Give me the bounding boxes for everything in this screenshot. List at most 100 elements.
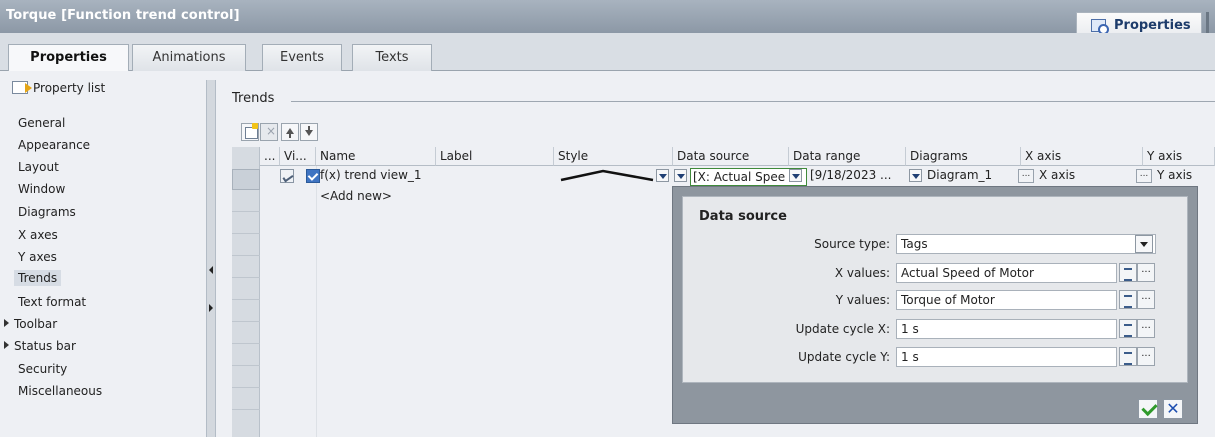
sidebar-item-toolbar-label: Toolbar (14, 317, 58, 331)
x-values-ellipsis-button[interactable]: ... (1137, 263, 1155, 282)
diagram-cell[interactable]: Diagram_1 (927, 166, 1011, 185)
tab-texts[interactable]: Texts (352, 44, 432, 71)
y-values-label: Y values: (835, 293, 890, 307)
sidebar-item-status-bar-label: Status bar (14, 339, 76, 353)
column-header-data-range[interactable]: Data range (789, 147, 906, 166)
tab-events[interactable]: Events (262, 44, 342, 71)
column-header-x-axis[interactable]: X axis (1021, 147, 1143, 166)
section-divider (291, 101, 1215, 102)
update-cycle-y-label: Update cycle Y: (798, 350, 890, 364)
row-line (232, 233, 260, 234)
delete-trend-button[interactable] (260, 123, 278, 141)
column-header-y-axis[interactable]: Y axis (1143, 147, 1215, 166)
data-source-dropdown-arrow[interactable] (789, 169, 802, 182)
diagram-ellipsis-button[interactable]: ... (1018, 169, 1034, 183)
sidebar-item-trends[interactable]: Trends (14, 270, 62, 286)
trend-name-cell[interactable]: f(x) trend view_1 (320, 166, 434, 185)
x-axis-ellipsis-button[interactable]: ... (1136, 169, 1152, 183)
property-list-panel: Property list General Appearance Layout … (0, 71, 212, 437)
sidebar-item-diagrams[interactable]: Diagrams (18, 205, 76, 219)
properties-icon (1091, 19, 1109, 35)
row-line (232, 255, 260, 256)
update-cycle-x-label: Update cycle X: (795, 322, 890, 336)
sidebar-item-status-bar[interactable]: Status bar (4, 339, 76, 353)
tab-properties[interactable]: Properties (8, 44, 129, 72)
data-range-dropdown-button[interactable] (909, 169, 922, 182)
data-source-dropdown-button[interactable] (674, 169, 687, 182)
property-list-title: Property list (33, 81, 106, 95)
data-range-cell[interactable]: [9/18/2023 ... (810, 166, 898, 185)
update-cycle-y-ellipsis-button[interactable]: ... (1137, 347, 1155, 366)
grid-line (316, 166, 317, 437)
row-header-column (232, 147, 260, 437)
row-line (232, 277, 260, 278)
add-new-row[interactable]: <Add new> (320, 187, 434, 206)
y-values-ellipsis-button[interactable]: ... (1137, 290, 1155, 309)
column-header-label[interactable]: Label (436, 147, 554, 166)
row-line (232, 299, 260, 300)
x-values-label: X values: (834, 266, 890, 280)
expand-arrow-icon[interactable] (4, 319, 9, 327)
window-title: Torque [Function trend control] (6, 8, 240, 23)
update-cycle-x-field[interactable]: 1 s (896, 319, 1117, 339)
update-cycle-y-field[interactable]: 1 s (896, 347, 1117, 367)
sidebar-item-y-axes[interactable]: Y axes (18, 250, 57, 264)
row-line (232, 365, 260, 366)
arrow-down-icon (305, 130, 313, 136)
x-values-tag-button[interactable] (1119, 263, 1137, 282)
properties-button-label: Properties (1114, 18, 1191, 33)
line-style-preview[interactable] (559, 169, 655, 183)
title-bar-edge (1206, 12, 1209, 33)
add-trend-button[interactable] (241, 123, 259, 141)
popup-title: Data source (699, 209, 787, 224)
update-cycle-x-buttons: ... (1119, 319, 1155, 339)
column-header-name[interactable]: Name (316, 147, 436, 166)
expand-arrow-icon[interactable] (4, 341, 9, 349)
y-values-tag-button[interactable] (1119, 290, 1137, 309)
style-dropdown-button[interactable] (656, 169, 669, 182)
sidebar-item-appearance[interactable]: Appearance (18, 138, 90, 152)
y-values-field[interactable]: Torque of Motor (896, 290, 1117, 310)
sidebar-item-miscellaneous[interactable]: Miscellaneous (18, 384, 102, 398)
column-header-diagrams[interactable]: Diagrams (906, 147, 1021, 166)
cancel-close-button[interactable]: ✕ (1163, 399, 1183, 419)
window-title-bar: Torque [Function trend control] Properti… (0, 0, 1215, 39)
column-header-icon[interactable]: ... (260, 147, 280, 166)
update-cycle-y-tag-button[interactable] (1119, 347, 1137, 366)
expand-right-icon[interactable] (209, 304, 213, 312)
property-list-header[interactable]: Property list (12, 81, 105, 95)
row-line (232, 387, 260, 388)
sidebar-item-text-format[interactable]: Text format (18, 295, 86, 309)
trend-type-icon[interactable] (280, 169, 294, 183)
tab-bar: Properties Animations Events Texts (0, 33, 1215, 72)
move-up-button[interactable] (281, 123, 299, 141)
data-source-popup: Data source Source type: Tags X values: … (672, 186, 1198, 424)
update-cycle-x-tag-button[interactable] (1119, 319, 1137, 338)
arrow-up-stem (289, 133, 291, 138)
move-down-button[interactable] (300, 123, 318, 141)
sidebar-item-toolbar[interactable]: Toolbar (4, 317, 57, 331)
tab-animations[interactable]: Animations (132, 44, 246, 71)
x-values-field[interactable]: Actual Speed of Motor (896, 263, 1117, 283)
update-cycle-x-ellipsis-button[interactable]: ... (1137, 319, 1155, 338)
source-type-select[interactable]: Tags (896, 234, 1156, 254)
visible-checkbox[interactable] (306, 169, 320, 183)
sidebar-item-security[interactable]: Security (18, 362, 67, 376)
source-type-label: Source type: (814, 237, 890, 251)
confirm-check-button[interactable] (1138, 399, 1158, 419)
row-header-selected[interactable] (232, 169, 260, 190)
sidebar-item-general[interactable]: General (18, 116, 65, 130)
sidebar-item-window[interactable]: Window (18, 182, 65, 196)
sidebar-item-layout[interactable]: Layout (18, 160, 59, 174)
row-line (232, 409, 260, 410)
panel-splitter[interactable] (206, 80, 216, 437)
y-axis-cell[interactable]: Y axis (1157, 166, 1215, 185)
column-header-style[interactable]: Style (554, 147, 673, 166)
x-axis-cell[interactable]: X axis (1039, 166, 1129, 185)
row-line (232, 343, 260, 344)
column-header-visible[interactable]: Vi... (280, 147, 316, 166)
sidebar-item-x-axes[interactable]: X axes (18, 228, 58, 242)
source-type-dropdown-button[interactable] (1135, 235, 1153, 253)
collapse-left-icon[interactable] (209, 266, 213, 274)
column-header-data-source[interactable]: Data source (673, 147, 789, 166)
